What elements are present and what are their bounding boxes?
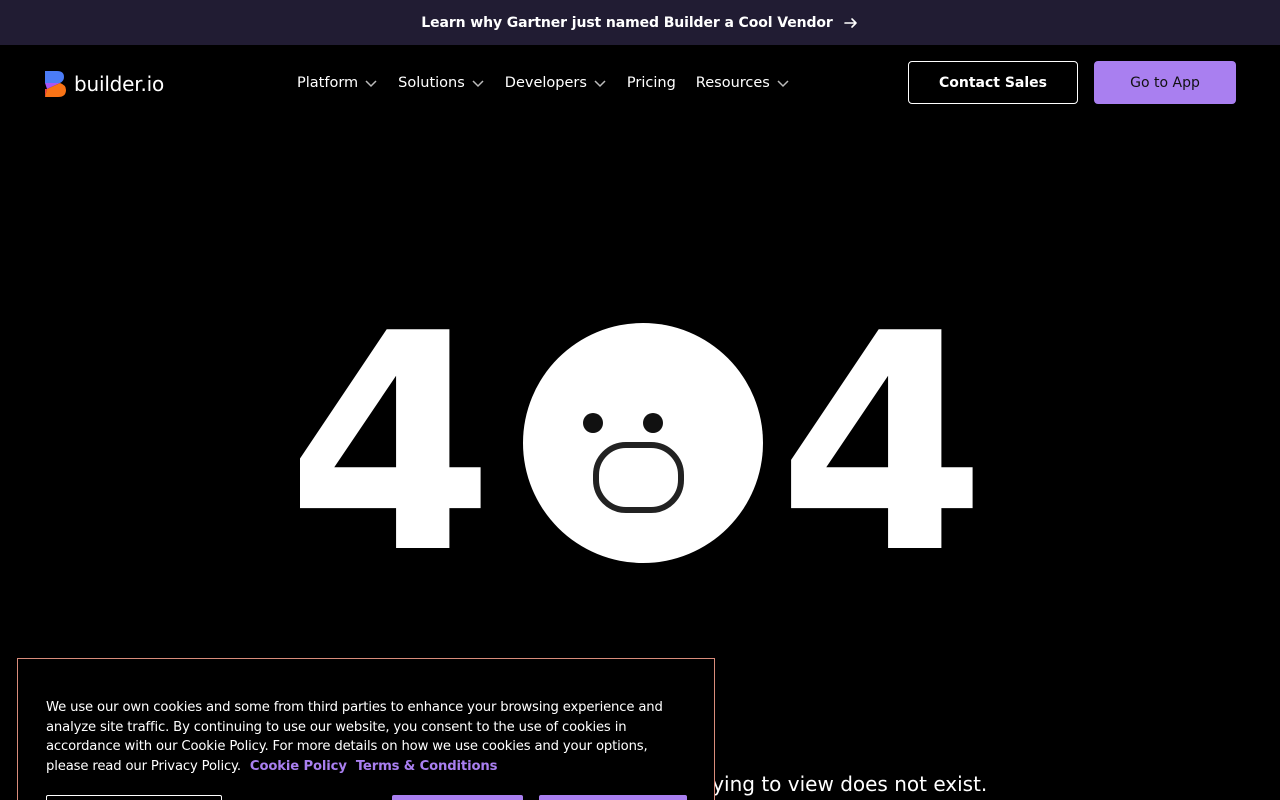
cookie-body: We use our own cookies and some from thi… — [46, 700, 663, 774]
chevron-down-icon — [777, 80, 789, 88]
main-menu: Platform Solutions Developers Pricing Re… — [297, 75, 810, 91]
chevron-down-icon — [365, 80, 377, 88]
nav-label: Developers — [504, 75, 587, 91]
chevron-down-icon — [594, 80, 606, 88]
cookie-accept-button[interactable] — [539, 795, 687, 800]
nav-item-solutions[interactable]: Solutions — [398, 75, 485, 91]
terms-link[interactable]: Terms & Conditions — [356, 759, 498, 774]
nav-label: Platform — [297, 75, 359, 91]
cookie-reject-button[interactable] — [392, 795, 523, 800]
chevron-down-icon — [472, 80, 484, 88]
builder-logo-icon — [45, 71, 66, 97]
contact-sales-button[interactable]: Contact Sales — [908, 61, 1078, 104]
digit-left: 4 — [300, 318, 494, 568]
announcement-bar[interactable]: Learn why Gartner just named Builder a C… — [0, 0, 1280, 45]
cookie-text: We use our own cookies and some from thi… — [46, 698, 686, 776]
surprised-face-icon — [523, 323, 763, 563]
nav-item-platform[interactable]: Platform — [297, 75, 378, 91]
brand-logo[interactable]: builder.io — [43, 70, 164, 98]
digit-right: 4 — [778, 318, 987, 568]
cookie-policy-link[interactable]: Cookie Policy — [250, 759, 347, 774]
announcement-text[interactable]: Learn why Gartner just named Builder a C… — [421, 15, 833, 31]
arrow-right-icon — [843, 17, 857, 28]
error-404-graphic: 4 4 — [286, 270, 990, 619]
nav-label: Resources — [695, 75, 770, 91]
nav-item-resources[interactable]: Resources — [696, 75, 790, 91]
brand-name: builder.io — [74, 72, 165, 96]
top-navigation: builder.io Platform Solutions Developers… — [0, 45, 1280, 123]
nav-label: Pricing — [626, 75, 676, 91]
go-to-app-button[interactable]: Go to App — [1094, 61, 1236, 104]
cookie-banner: We use our own cookies and some from thi… — [17, 658, 715, 800]
not-found-message: rying to view does not exist. — [704, 772, 988, 796]
nav-label: Solutions — [398, 75, 465, 91]
cookie-settings-button[interactable] — [46, 795, 222, 800]
nav-item-pricing[interactable]: Pricing — [627, 75, 676, 91]
nav-item-developers[interactable]: Developers — [505, 75, 607, 91]
